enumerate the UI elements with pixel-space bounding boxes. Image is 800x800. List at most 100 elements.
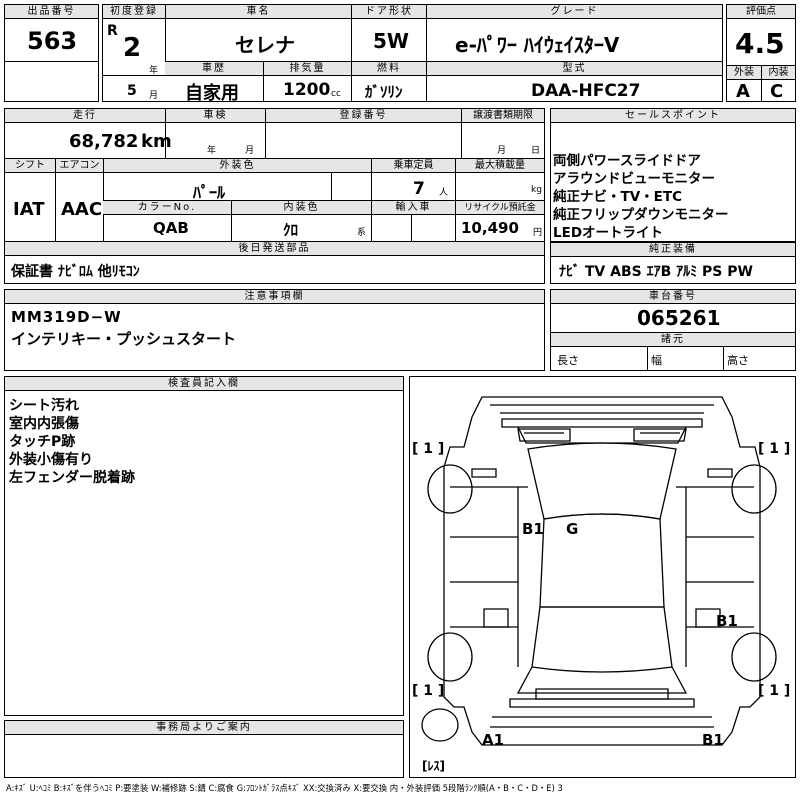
import-label: 輸入車	[371, 201, 455, 215]
spec-length: 長さ	[557, 354, 579, 367]
sales-label: セールスポイント	[551, 109, 795, 123]
notes-line-1: MM319D−W	[11, 308, 122, 326]
displacement-unit: cc	[331, 89, 341, 99]
plate-label: 登録番号	[265, 109, 461, 123]
shift-label: シフト	[5, 159, 55, 173]
era: R	[107, 23, 118, 39]
capacity-value: 7	[413, 179, 425, 199]
tire-rr: [ 1 ]	[758, 683, 791, 699]
sales-box: セールスポイント 両側パワースライドドア アラウンドビューモニター 純正ナビ・T…	[550, 108, 796, 242]
int-label: 内装	[761, 66, 795, 80]
interior-color-unit: 系	[357, 228, 367, 238]
mileage-value: 68,782	[69, 131, 139, 152]
score-value: 4.5	[735, 27, 785, 60]
capacity-label: 乗車定員	[371, 159, 455, 173]
sales-point-1: 両側パワースライドドア	[553, 153, 701, 169]
legend: A:ｷｽﾞ U:ﾍｺﾐ B:ｷｽﾞを伴うﾍｺﾐ P:要塗装 W:補修跡 S:錆 …	[6, 783, 563, 793]
main-info-box: 初度登録 車名 ドア形状 グレード R 2 年 セレナ 5W e-ﾊﾟﾜｰ ﾊｲ…	[102, 4, 723, 104]
int-grade: C	[770, 81, 784, 102]
tire-rl: [ 1 ]	[412, 683, 445, 699]
inspector-line-4: 外装小傷有り	[9, 452, 93, 468]
notes-label: 注意事項欄	[5, 290, 544, 304]
office-label: 事務局よりご案内	[5, 721, 403, 735]
displacement-value: 1200	[283, 80, 331, 100]
lot-label: 出品番号	[5, 5, 98, 19]
transfer-day: 日	[531, 146, 541, 156]
door-type: 5W	[373, 29, 409, 53]
lot-number: 563	[27, 27, 78, 55]
interior-color-value: ｸﾛ	[283, 221, 299, 239]
spare-tire-status: [ﾚｽ]	[422, 759, 445, 773]
spec-width: 幅	[651, 354, 662, 367]
exterior-color-label: 外装色	[103, 159, 371, 173]
ext-grade: A	[736, 81, 750, 102]
car-outline-drawing	[421, 396, 777, 746]
lot-box: 出品番号 563	[4, 4, 99, 102]
notes-line-2: インテリキー・プッシュスタート	[11, 330, 237, 348]
later-parts-label: 後日発送部品	[5, 242, 544, 256]
load-label: 最大積載量	[455, 159, 544, 173]
grade-label: グレード	[426, 5, 722, 19]
damage-mark-b1-right: B1	[716, 612, 738, 630]
shift-value: IAT	[13, 199, 45, 220]
recycle-label: リサイクル預託金	[455, 201, 544, 215]
chassis-label: 車台番号	[551, 290, 795, 304]
later-parts-value: 保証書 ﾅﾋﾞﾛﾑ 他ﾘﾓｺﾝ	[11, 264, 140, 280]
office-box: 事務局よりご案内	[4, 720, 404, 778]
inspector-line-1: シート汚れ	[9, 398, 79, 414]
score-box: 評価点 4.5 外装 内装 A C	[726, 4, 796, 102]
model-label: 型式	[426, 62, 722, 76]
chassis-number: 065261	[637, 306, 721, 330]
color-no-label: カラーNo.	[103, 201, 231, 215]
reg-month: 5	[127, 83, 137, 99]
history-value: 自家用	[185, 83, 239, 104]
recycle-unit: 円	[533, 228, 543, 238]
inspector-line-2: 室内内張傷	[9, 416, 79, 432]
spec-height: 高さ	[727, 354, 749, 367]
damage-mark-b1-rear: B1	[702, 731, 724, 749]
chassis-box: 車台番号 065261 諸元 長さ 幅 高さ	[550, 289, 796, 371]
notes-box: 注意事項欄 MM319D−W インテリキー・プッシュスタート	[4, 289, 545, 371]
damage-mark-b1-front: B1	[522, 520, 544, 538]
registration-label: 初度登録	[103, 5, 165, 19]
color-no-value: QAB	[153, 219, 189, 237]
ac-value: AAC	[61, 199, 103, 220]
ac-label: エアコン	[55, 159, 103, 173]
transfer-month: 月	[497, 146, 507, 156]
inspector-line-3: タッチP跡	[9, 434, 76, 450]
load-unit: kg	[531, 185, 542, 195]
mileage-unit: km	[141, 131, 172, 152]
equipment-label: 純正装備	[551, 243, 795, 257]
capacity-unit: 人	[439, 188, 449, 198]
detail-box: 走行 車検 登録番号 譲渡書類期限 68,782 km 年 月 月 日 シフト …	[4, 108, 545, 284]
month-unit: 月	[149, 91, 159, 101]
recycle-value: 10,490	[461, 219, 519, 237]
sales-point-4: 純正フリップダウンモニター	[553, 207, 729, 223]
inspection-year: 年	[207, 146, 217, 156]
spec-label: 諸元	[551, 333, 795, 347]
transfer-label: 譲渡書類期限	[461, 109, 544, 123]
grade: e-ﾊﾟﾜｰ ﾊｲｳｪｲｽﾀｰV	[455, 33, 620, 57]
car-name: セレナ	[235, 33, 295, 57]
damage-mark-a1: A1	[482, 731, 505, 749]
inspector-box: 検査員記入欄 シート汚れ 室内内張傷 タッチP跡 外装小傷有り 左フェンダー脱着…	[4, 376, 404, 716]
car-name-label: 車名	[165, 5, 351, 19]
history-label: 車歴	[165, 62, 263, 76]
sales-point-2: アラウンドビューモニター	[553, 171, 715, 187]
equipment-value: ﾅﾋﾞ TV ABS ｴｱB ｱﾙﾐ PS PW	[559, 264, 753, 280]
mileage-label: 走行	[5, 109, 165, 123]
tire-fr: [ 1 ]	[758, 441, 791, 457]
ext-label: 外装	[727, 66, 761, 80]
door-label: ドア形状	[351, 5, 426, 19]
reg-year: 2	[123, 33, 142, 63]
fuel-value: ｶﾞｿﾘﾝ	[365, 83, 403, 101]
equipment-box: 純正装備 ﾅﾋﾞ TV ABS ｴｱB ｱﾙﾐ PS PW	[550, 242, 796, 284]
inspector-label: 検査員記入欄	[5, 377, 403, 391]
sales-point-5: LEDオートライト	[553, 225, 664, 241]
car-diagram: [ 1 ] [ 1 ] [ 1 ] [ 1 ] [ﾚｽ] B1 G B1 A1 …	[409, 376, 796, 778]
sales-point-3: 純正ナビ・TV・ETC	[553, 189, 682, 205]
score-label: 評価点	[727, 5, 795, 19]
damage-mark-g: G	[566, 520, 579, 538]
inspection-month: 月	[245, 146, 255, 156]
inspection-label: 車検	[165, 109, 265, 123]
